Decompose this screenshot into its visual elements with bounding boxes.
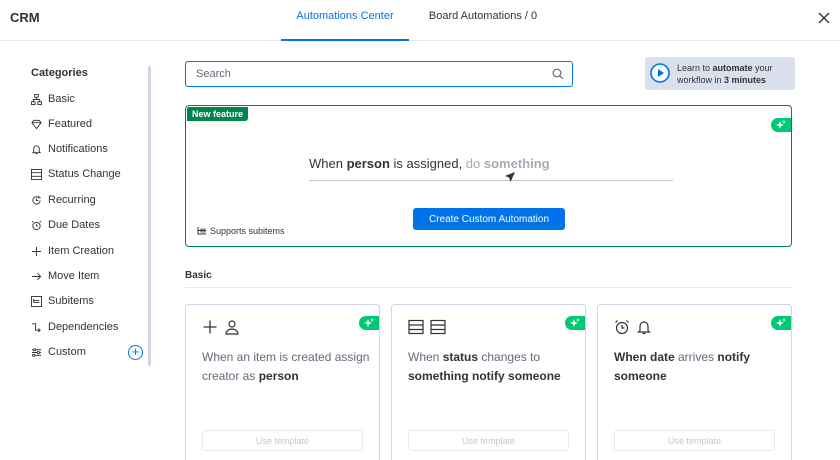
status-list-icon — [430, 319, 446, 335]
sidebar-item-move-item[interactable]: Move Item — [31, 266, 99, 286]
dependency-icon — [31, 322, 42, 333]
sidebar-item-label: Dependencies — [48, 321, 119, 333]
sparkle-icon — [570, 318, 580, 327]
alarm-clock-icon — [31, 220, 42, 231]
search-icon — [552, 68, 564, 80]
bell-icon — [637, 321, 651, 335]
recurring-icon — [31, 195, 42, 206]
automation-sentence: When person is assigned, do something — [309, 156, 550, 171]
play-icon — [650, 63, 670, 83]
tab-board-automations[interactable]: Board Automations / 0 — [418, 0, 548, 41]
sidebar-item-label: Notifications — [48, 143, 108, 155]
close-icon — [818, 12, 830, 24]
subitems-icon — [197, 227, 206, 235]
use-template-button[interactable]: Use template — [614, 430, 775, 451]
sidebar-item-label: Recurring — [48, 194, 96, 206]
diamond-icon — [31, 119, 42, 130]
sidebar-item-recurring[interactable]: Recurring — [31, 190, 96, 210]
sidebar-item-label: Basic — [48, 93, 75, 105]
status-list-icon — [31, 168, 42, 180]
section-title-basic: Basic — [185, 270, 212, 281]
subitems-icon — [31, 295, 42, 307]
template-description: When an item is created assign creator a… — [202, 350, 370, 383]
sidebar-item-subitems[interactable]: Subitems — [31, 291, 94, 311]
status-list-icon — [408, 319, 424, 335]
sidebar-item-featured[interactable]: Featured — [31, 114, 92, 134]
supports-subitems-note: Supports subitems — [197, 226, 285, 236]
sidebar-item-status-change[interactable]: Status Change — [31, 164, 121, 184]
person-icon — [225, 320, 239, 335]
sidebar-item-label: Status Change — [48, 168, 121, 180]
new-feature-badge: New feature — [187, 107, 249, 121]
sidebar-item-custom[interactable]: Custom — [31, 342, 86, 362]
sidebar-item-label: Featured — [48, 118, 93, 130]
sidebar-scrollbar[interactable] — [148, 66, 151, 366]
template-description: When status changes to something notify … — [408, 350, 561, 383]
search-input[interactable] — [186, 62, 536, 86]
sidebar-item-due-dates[interactable]: Due Dates — [31, 215, 100, 235]
sparkle-icon — [776, 318, 786, 327]
sidebar-item-label: Subitems — [48, 295, 94, 307]
plus-icon — [203, 320, 217, 334]
ai-sparkle-badge — [359, 316, 379, 330]
use-template-button[interactable]: Use template — [202, 430, 363, 451]
app-title: CRM — [10, 10, 40, 25]
learn-video-link[interactable]: Learn to automate your workflow in 3 min… — [645, 57, 795, 90]
ai-sparkle-badge — [771, 316, 791, 330]
add-custom-button[interactable]: + — [128, 345, 143, 360]
sidebar-item-basic[interactable]: Basic — [31, 89, 75, 109]
template-card[interactable]: When status changes to something notify … — [391, 304, 586, 460]
sidebar-item-label: Custom — [48, 346, 86, 358]
ai-sparkle-badge — [771, 118, 791, 132]
sidebar-item-label: Due Dates — [48, 219, 100, 231]
bell-icon — [31, 144, 42, 155]
categories-title: Categories — [31, 67, 88, 79]
sparkle-icon — [364, 318, 374, 327]
plus-icon — [31, 246, 42, 257]
sidebar-item-dependencies[interactable]: Dependencies — [31, 317, 118, 337]
custom-automation-feature: New feature When person is assigned, do … — [185, 105, 792, 247]
sidebar-item-label: Item Creation — [48, 245, 115, 257]
template-card[interactable]: When date arrives notify someone Use tem… — [597, 304, 792, 460]
sidebar-item-label: Move Item — [48, 270, 100, 282]
template-card[interactable]: When an item is created assign creator a… — [185, 304, 380, 460]
sentence-underline — [309, 180, 673, 181]
sparkle-icon — [776, 120, 786, 129]
sitemap-icon — [31, 93, 42, 105]
sliders-icon — [31, 347, 42, 358]
section-divider — [185, 287, 792, 288]
sidebar-item-notifications[interactable]: Notifications — [31, 139, 108, 159]
create-custom-automation-button[interactable]: Create Custom Automation — [413, 208, 565, 230]
learn-text: Learn to automate your workflow in 3 min… — [677, 63, 773, 85]
arrow-right-icon — [31, 271, 42, 282]
tab-automations-center[interactable]: Automations Center — [281, 0, 409, 41]
cursor-arrow-icon — [505, 172, 515, 182]
alarm-clock-icon — [615, 320, 629, 335]
ai-sparkle-badge — [565, 316, 585, 330]
top-bar: CRM Automations Center Board Automations… — [0, 0, 840, 41]
template-description: When date arrives notify someone — [614, 350, 751, 383]
use-template-button[interactable]: Use template — [408, 430, 569, 451]
sidebar-item-item-creation[interactable]: Item Creation — [31, 241, 114, 261]
search-box — [185, 61, 573, 87]
close-button[interactable] — [815, 9, 833, 27]
